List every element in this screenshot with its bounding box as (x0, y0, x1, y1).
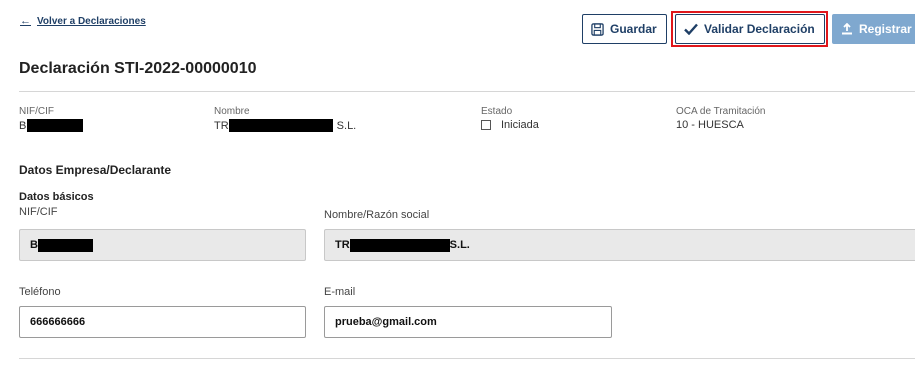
summary-nombre-prefix: TR (214, 119, 229, 132)
back-to-declarations-link[interactable]: ← Volver a Declaraciones (20, 15, 146, 27)
email-input[interactable]: prueba@gmail.com (324, 306, 612, 338)
telefono-input[interactable]: 666666666 (19, 306, 306, 338)
redaction-bar (349, 238, 450, 252)
summary-nif-value: B (19, 119, 84, 132)
nif-field-text: B (30, 239, 38, 251)
page-title: Declaración STI-2022-00000010 (19, 60, 257, 77)
razon-social-prefix: TR (335, 239, 350, 251)
razon-social-suffix: S.L. (449, 239, 470, 251)
save-button-label: Guardar (610, 22, 657, 36)
summary-nif-label: NIF/CIF (19, 106, 54, 117)
redaction-bar (27, 119, 84, 132)
summary-estado-label: Estado (481, 106, 513, 117)
summary-estado-text: Iniciada (501, 119, 539, 131)
summary-nombre-suffix: S.L. (336, 119, 357, 132)
section-subtitle: Datos básicos (19, 191, 94, 203)
summary-nombre-label: Nombre (214, 106, 250, 117)
razon-social-field: TR S.L. (324, 229, 915, 261)
razon-social-field-label: Nombre/Razón social (324, 209, 430, 221)
divider (19, 358, 915, 359)
nif-field: B (19, 229, 306, 261)
status-checkbox-icon (481, 120, 491, 130)
divider (19, 91, 915, 92)
telefono-field-label: Teléfono (19, 286, 61, 298)
section-title: Datos Empresa/Declarante (19, 163, 172, 177)
validate-declaration-button[interactable]: Validar Declaración (675, 14, 825, 44)
back-link-label: Volver a Declaraciones (37, 15, 146, 27)
summary-nombre-value: TR S.L. (214, 119, 356, 132)
email-field-label: E-mail (324, 286, 356, 298)
save-button[interactable]: Guardar (582, 14, 667, 44)
check-icon (684, 23, 698, 35)
summary-oca-value: 10 - HUESCA (676, 119, 744, 131)
validate-button-label: Validar Declaración (704, 22, 815, 36)
arrow-left-icon: ← (20, 15, 31, 27)
upload-icon (842, 23, 852, 35)
redaction-bar (37, 238, 93, 252)
summary-oca-label: OCA de Tramitación (676, 106, 766, 117)
summary-nif-text: B (19, 119, 27, 132)
redaction-bar (228, 119, 333, 132)
summary-estado-value: Iniciada (481, 119, 539, 131)
nif-field-label: NIF/CIF (19, 206, 58, 218)
save-icon (591, 22, 604, 36)
register-button-label: Registrar (859, 22, 912, 36)
register-button[interactable]: Registrar (832, 14, 915, 44)
